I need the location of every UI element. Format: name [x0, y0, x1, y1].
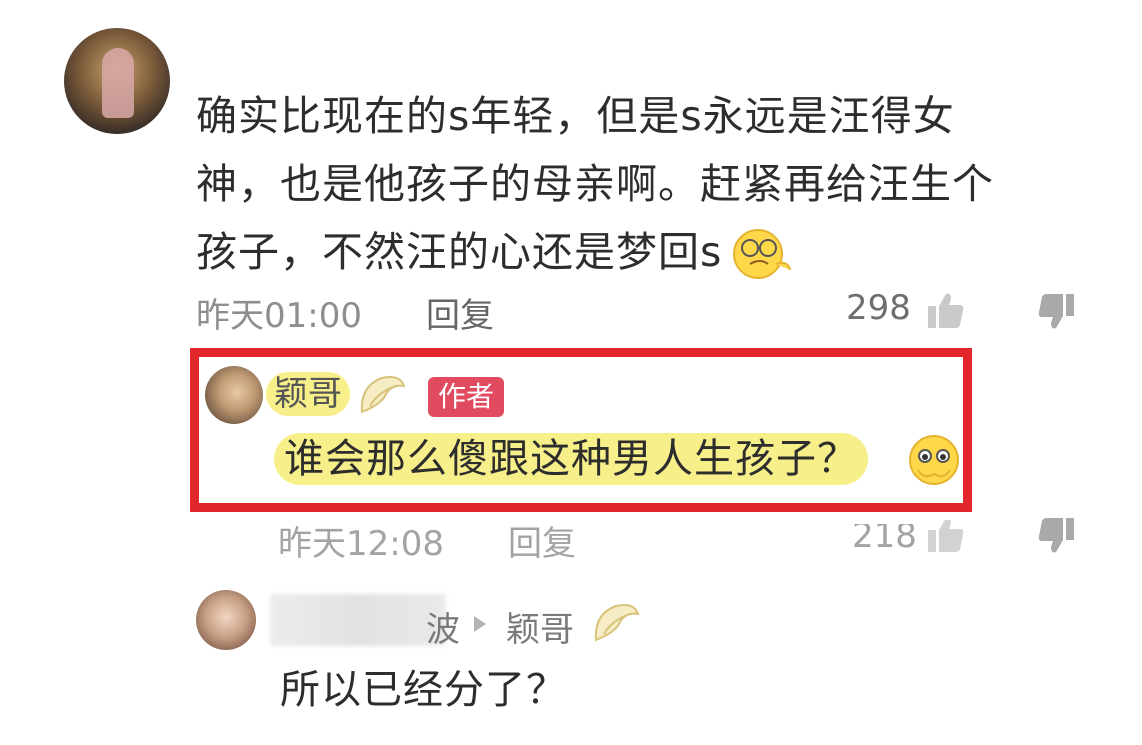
like-count: 298 [846, 288, 911, 328]
reply-to-username[interactable]: 颖哥 [506, 602, 574, 651]
username-suffix: 波 [426, 610, 460, 650]
reply-arrow-icon [474, 616, 486, 632]
reply-time: 昨天12:08 [278, 524, 444, 564]
like-count: 218 [852, 516, 917, 556]
avatar[interactable] [64, 28, 170, 134]
reply-text: 所以已经分了？ [280, 667, 567, 713]
blurred-username [270, 594, 446, 646]
thumb-up-icon[interactable] [926, 520, 966, 554]
reply-button[interactable]: 回复 [426, 288, 494, 337]
avatar[interactable] [196, 590, 256, 650]
highlight-frame [190, 348, 972, 512]
comment-time: 昨天01:00 [196, 296, 362, 336]
badge-icon [594, 604, 640, 642]
comment-text: 确实比现在的s年轻，但是s永远是汪得女 神，也是他孩子的母亲啊。赶紧再给汪生个 … [196, 82, 1076, 286]
reply-button[interactable]: 回复 [508, 524, 576, 565]
thumb-down-icon[interactable] [1036, 292, 1076, 332]
thumb-up-icon[interactable] [926, 290, 966, 330]
thumb-down-icon[interactable] [1036, 516, 1076, 556]
smug-face-emoji-icon [733, 229, 792, 279]
